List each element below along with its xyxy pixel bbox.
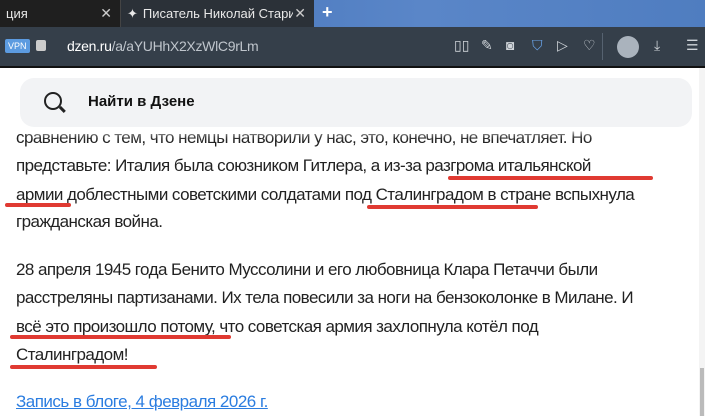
send-icon[interactable]: ▷ bbox=[557, 37, 568, 54]
profile-avatar[interactable] bbox=[617, 36, 639, 58]
divider bbox=[0, 66, 705, 68]
paragraph-line: сравнению с тем, что немцы натворили у н… bbox=[16, 128, 592, 147]
download-icon[interactable]: ⤓ bbox=[654, 37, 660, 54]
scrollbar-thumb[interactable] bbox=[700, 368, 704, 416]
red-underline bbox=[10, 365, 157, 369]
paragraph-line: гражданская война. bbox=[16, 212, 163, 231]
paragraph-line: расстреляны партизанами. Их тела повесил… bbox=[16, 288, 634, 307]
paragraph-line: 28 апреля 1945 года Бенито Муссолини и е… bbox=[16, 260, 598, 279]
paragraph-line: Сталинградом! bbox=[16, 345, 128, 364]
reader-icon[interactable]: ▯▯ bbox=[454, 37, 469, 54]
red-underline bbox=[10, 335, 231, 339]
camera-icon[interactable]: ◙ bbox=[506, 37, 514, 53]
divider bbox=[602, 33, 603, 60]
tab-label: Писатель Николай Старик bbox=[142, 6, 293, 21]
paragraph-line: армии доблестными советскими солдатами п… bbox=[16, 185, 635, 204]
url-path: /a/aYUHhX2XzWlC9rLm bbox=[111, 38, 259, 54]
tab-label: ция bbox=[6, 6, 28, 21]
tab-active[interactable]: ✦ Писатель Николай Старик ✕ bbox=[120, 0, 314, 27]
search-placeholder: Найти в Дзене bbox=[88, 93, 195, 110]
paragraph-line: всё это произошло потому, что советская … bbox=[16, 317, 539, 336]
url-field[interactable]: dzen.ru/a/aYUHhX2XzWlC9rLm bbox=[67, 38, 259, 54]
dzen-icon: ✦ bbox=[127, 5, 138, 21]
blog-entry-link[interactable]: Запись в блоге, 4 февраля 2026 г. bbox=[16, 392, 268, 412]
red-underline bbox=[5, 203, 71, 207]
shield-icon[interactable]: ⛉ bbox=[532, 37, 543, 54]
red-underline bbox=[448, 176, 653, 180]
red-underline bbox=[367, 205, 538, 209]
new-tab-button[interactable]: + bbox=[322, 2, 333, 23]
url-domain: dzen.ru bbox=[67, 38, 112, 54]
settings-icon[interactable]: ☰ bbox=[686, 37, 699, 54]
vpn-badge[interactable]: VPN bbox=[5, 39, 30, 53]
edit-icon[interactable]: ✎ bbox=[481, 37, 493, 54]
tab-bar: ция ✕ ✦ Писатель Николай Старик ✕ + bbox=[0, 0, 705, 27]
paragraph-line: представьте: Италия была союзником Гитле… bbox=[16, 156, 591, 175]
scrollbar[interactable] bbox=[699, 68, 705, 416]
address-bar: VPN dzen.ru/a/aYUHhX2XzWlC9rLm ▯▯ ✎ ◙ ⛉ … bbox=[0, 27, 705, 66]
heart-icon[interactable]: ♡ bbox=[583, 37, 596, 54]
tab-previous[interactable]: ция ✕ bbox=[0, 0, 120, 27]
search-input[interactable]: Найти в Дзене bbox=[20, 78, 692, 127]
search-icon bbox=[44, 92, 62, 110]
close-icon[interactable]: ✕ bbox=[294, 5, 306, 22]
close-icon[interactable]: ✕ bbox=[100, 5, 112, 22]
lock-icon[interactable] bbox=[36, 40, 46, 51]
